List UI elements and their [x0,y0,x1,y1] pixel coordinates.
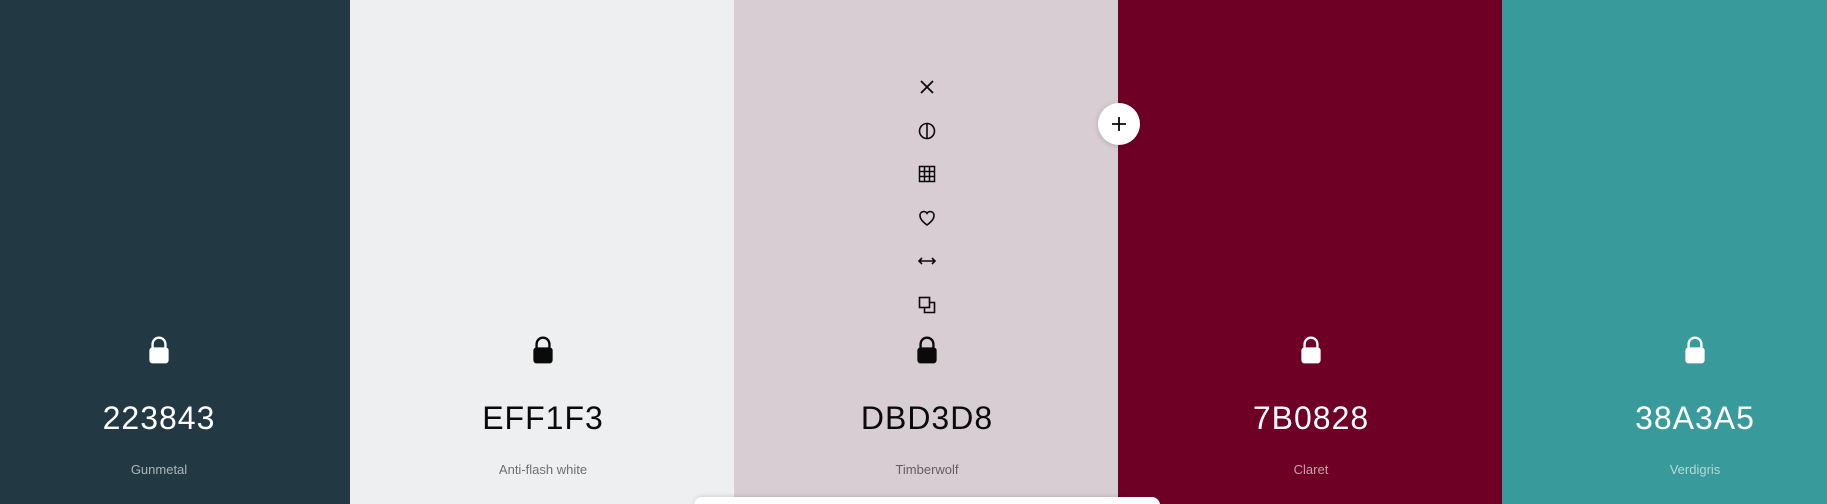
color-name[interactable]: Gunmetal [131,462,187,477]
palette: 223843 Gunmetal EFF1F3 Anti-flash white [0,0,1827,504]
hex-code[interactable]: EFF1F3 [482,400,604,437]
lock-icon[interactable] [146,335,172,365]
plus-icon [1112,117,1126,131]
swatch-claret[interactable]: 7B0828 Claret [1118,0,1502,504]
add-color-button[interactable] [1098,103,1140,145]
shades-grid-icon[interactable] [914,161,940,187]
swatch-gunmetal[interactable]: 223843 Gunmetal [0,0,350,504]
lock-icon[interactable] [914,335,940,365]
hex-code[interactable]: 223843 [103,400,216,437]
lock-icon[interactable] [1298,335,1324,365]
swatch-anti-flash-white[interactable]: EFF1F3 Anti-flash white [350,0,734,504]
swatch-timberwolf[interactable]: DBD3D8 Timberwolf [734,0,1118,504]
contrast-icon[interactable] [914,118,940,144]
heart-icon[interactable] [914,205,940,231]
hex-code[interactable]: 7B0828 [1253,400,1369,437]
bottom-toolbar [694,497,1160,504]
lock-icon[interactable] [1682,335,1708,365]
drag-arrows-icon[interactable] [914,248,940,274]
hex-code[interactable]: 38A3A5 [1635,400,1755,437]
color-name[interactable]: Verdigris [1670,462,1721,477]
color-name[interactable]: Anti-flash white [499,462,587,477]
copy-icon[interactable] [914,292,940,318]
lock-icon[interactable] [530,335,556,365]
color-name[interactable]: Claret [1294,462,1329,477]
close-icon[interactable] [914,74,940,100]
color-name[interactable]: Timberwolf [895,462,958,477]
hex-code[interactable]: DBD3D8 [861,400,993,437]
swatch-verdigris[interactable]: 38A3A5 Verdigris [1502,0,1827,504]
